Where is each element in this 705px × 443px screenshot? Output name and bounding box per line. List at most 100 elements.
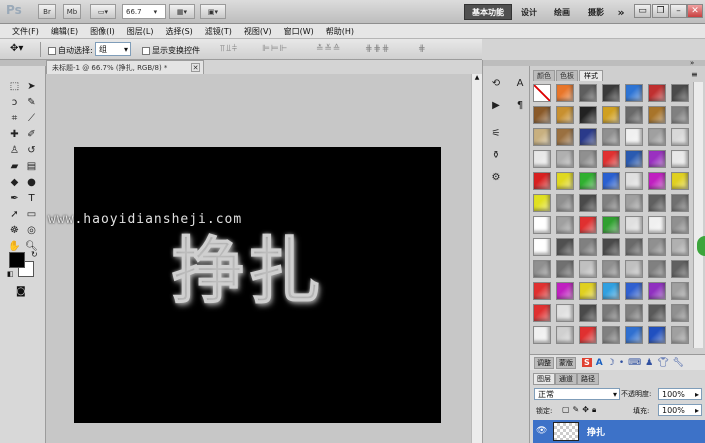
ime-skin-icon[interactable]: 👕︎ (657, 358, 668, 368)
menu-image[interactable]: 图像(I) (90, 26, 115, 37)
menu-filter[interactable]: 滤镜(T) (205, 26, 232, 37)
auto-select-option[interactable]: 自动选择: (48, 45, 93, 56)
style-swatch[interactable] (625, 194, 643, 212)
style-swatch-none[interactable] (533, 84, 551, 102)
crop-tool-icon[interactable]: ⌗ (6, 110, 23, 126)
marquee-tool-icon[interactable]: ⬚ (6, 78, 23, 94)
quick-mask-icon[interactable]: ◙ (16, 286, 26, 297)
style-swatch[interactable] (625, 238, 643, 256)
auto-select-checkbox[interactable] (48, 46, 56, 55)
tab-masks[interactable]: 蒙版 (556, 356, 576, 369)
close-icon[interactable]: ✕ (687, 4, 703, 18)
style-swatch[interactable] (671, 172, 689, 190)
arrange-documents-dropdown[interactable]: ▦▾ (169, 4, 195, 19)
zoom-level-dropdown[interactable]: 66.7 ▾ (122, 4, 166, 19)
default-colors-icon[interactable]: ◧ (7, 270, 14, 278)
vertical-scrollbar[interactable]: ▲ (471, 74, 482, 443)
style-swatch[interactable] (602, 282, 620, 300)
path-select-tool-icon[interactable]: ➚ (6, 206, 23, 222)
style-swatch[interactable] (556, 238, 574, 256)
tab-color[interactable]: 颜色 (533, 70, 555, 81)
style-swatch[interactable] (602, 216, 620, 234)
style-swatch[interactable] (533, 326, 551, 344)
style-swatch[interactable] (602, 238, 620, 256)
style-swatch[interactable] (602, 84, 620, 102)
ime-punctuation-icon[interactable]: • (619, 358, 624, 368)
show-transform-option[interactable]: 显示变换控件 (142, 45, 200, 56)
style-swatch[interactable] (648, 194, 666, 212)
style-swatch[interactable] (556, 282, 574, 300)
style-swatch[interactable] (671, 260, 689, 278)
menu-select[interactable]: 选择(S) (165, 26, 192, 37)
style-swatch[interactable] (671, 128, 689, 146)
panel-menu-icon[interactable]: ≡ (691, 70, 698, 79)
style-swatch[interactable] (556, 216, 574, 234)
healing-brush-tool-icon[interactable]: ✚ (6, 126, 23, 142)
style-swatch[interactable] (648, 282, 666, 300)
mini-bridge-button[interactable]: Mb (63, 4, 81, 19)
shape-tool-icon[interactable]: ▭ (23, 206, 40, 222)
tab-paths[interactable]: 路径 (577, 373, 599, 385)
style-swatch[interactable] (579, 150, 597, 168)
style-swatch[interactable] (579, 128, 597, 146)
more-workspaces-icon[interactable]: » (614, 4, 628, 20)
bridge-button[interactable]: Br (38, 4, 56, 19)
style-swatch[interactable] (671, 238, 689, 256)
style-swatch[interactable] (556, 194, 574, 212)
history-icon[interactable]: ⟲ (487, 76, 505, 90)
style-swatch[interactable] (602, 150, 620, 168)
menu-layer[interactable]: 图层(L) (127, 26, 154, 37)
style-swatch[interactable] (556, 326, 574, 344)
menu-help[interactable]: 帮助(H) (326, 26, 354, 37)
cs-live-button[interactable]: ▭ (634, 4, 651, 18)
collapse-panel-icon[interactable]: » (690, 59, 694, 67)
style-swatch[interactable] (556, 260, 574, 278)
style-swatch[interactable] (533, 194, 551, 212)
style-swatch[interactable] (648, 84, 666, 102)
style-swatch[interactable] (579, 238, 597, 256)
align-left-icons[interactable]: ⊫ ⊨ ⊩ (262, 44, 287, 54)
style-swatch[interactable] (579, 194, 597, 212)
style-swatch[interactable] (648, 150, 666, 168)
style-swatch[interactable] (648, 172, 666, 190)
style-swatch[interactable] (625, 84, 643, 102)
opacity-input[interactable]: 100% ▸ (658, 388, 702, 400)
close-document-icon[interactable]: ✕ (191, 63, 200, 72)
workspace-design[interactable]: 设计 (516, 4, 542, 20)
style-swatch[interactable] (625, 326, 643, 344)
style-swatch[interactable] (625, 128, 643, 146)
clone-source-icon[interactable]: ⚱ (487, 148, 505, 162)
auto-align-icon[interactable]: ⋕ (418, 44, 425, 54)
style-swatch[interactable] (533, 128, 551, 146)
style-swatch[interactable] (625, 106, 643, 124)
style-swatch[interactable] (625, 282, 643, 300)
tab-swatches[interactable]: 色板 (556, 70, 578, 81)
minimize-icon[interactable]: – (670, 4, 687, 18)
show-transform-checkbox[interactable] (142, 46, 150, 55)
document-tab[interactable]: 未标题-1 @ 66.7% (挣扎, RGB/8) * ✕ (46, 60, 204, 74)
style-swatch[interactable] (533, 216, 551, 234)
style-swatch[interactable] (625, 150, 643, 168)
restore-icon[interactable]: ❐ (652, 4, 669, 18)
workspace-essentials[interactable]: 基本功能 (464, 4, 512, 20)
style-swatch[interactable] (579, 106, 597, 124)
style-swatch[interactable] (671, 194, 689, 212)
type-tool-icon[interactable]: T (23, 190, 40, 206)
tool-presets-icon[interactable]: ⚙ (487, 170, 505, 184)
move-tool-icon[interactable]: ➤ (23, 78, 40, 94)
style-swatch[interactable] (556, 84, 574, 102)
paragraph-icon[interactable]: ¶ (511, 98, 529, 112)
style-swatch[interactable] (625, 216, 643, 234)
pen-tool-icon[interactable]: ✒ (6, 190, 23, 206)
style-swatch[interactable] (648, 128, 666, 146)
style-swatch[interactable] (671, 84, 689, 102)
style-swatch[interactable] (533, 106, 551, 124)
tab-channels[interactable]: 通道 (555, 373, 577, 385)
character-icon[interactable]: A (511, 76, 529, 90)
style-swatch[interactable] (579, 304, 597, 322)
style-swatch[interactable] (556, 128, 574, 146)
blur-tool-icon[interactable]: ◆ (6, 174, 23, 190)
style-swatch[interactable] (556, 150, 574, 168)
style-swatch[interactable] (556, 304, 574, 322)
scroll-up-icon[interactable]: ▲ (472, 74, 482, 84)
